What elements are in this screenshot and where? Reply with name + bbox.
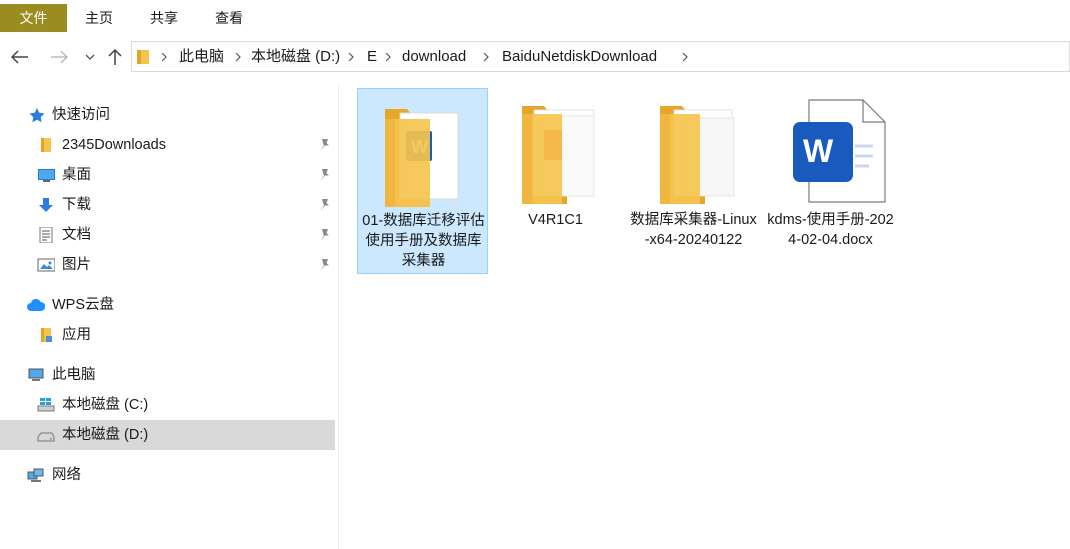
pin-icon[interactable] xyxy=(317,168,331,182)
file-name: V4R1C1 xyxy=(528,212,583,228)
pin-icon[interactable] xyxy=(317,228,331,242)
sidebar-item-label: 网络 xyxy=(52,467,81,483)
chevron-right-icon xyxy=(682,52,688,61)
file-item-kdms-docx[interactable]: W kdms-使用手册-2024-02-04.docx xyxy=(765,88,896,274)
breadcrumb-separator[interactable] xyxy=(382,42,394,71)
sidebar-item-label: 下载 xyxy=(62,197,91,213)
chevron-right-icon xyxy=(235,52,241,61)
sidebar-item-drive-d[interactable]: 本地磁盘 (D:) xyxy=(0,420,335,450)
arrow-up-icon xyxy=(108,48,122,65)
pin-icon[interactable] xyxy=(317,138,331,152)
folder-icon xyxy=(660,106,735,204)
chevron-right-icon xyxy=(348,52,354,61)
sidebar-item-downloads[interactable]: 下载 xyxy=(0,190,335,220)
arrow-left-icon xyxy=(11,50,28,64)
forward-button[interactable] xyxy=(47,44,71,70)
chevron-right-icon xyxy=(161,52,167,61)
breadcrumb-separator[interactable] xyxy=(679,42,691,71)
recent-locations-button[interactable] xyxy=(78,44,102,70)
sidebar-item-label: 文档 xyxy=(62,227,91,243)
windows-drive-icon xyxy=(37,398,55,412)
folder-icon xyxy=(137,50,149,64)
sidebar-item-pictures[interactable]: 图片 xyxy=(0,250,335,280)
tab-file[interactable]: 文件 xyxy=(0,4,67,32)
sidebar-item-documents[interactable]: 文档 xyxy=(0,220,335,250)
breadcrumb-baidunetdiskdownload[interactable]: BaiduNetdiskDownload xyxy=(502,42,657,71)
breadcrumb-separator[interactable] xyxy=(345,42,357,71)
sidebar-item-2345downloads[interactable]: 2345Downloads xyxy=(0,130,335,160)
chevron-down-icon xyxy=(85,54,95,60)
sidebar-item-label: 本地磁盘 (D:) xyxy=(62,427,149,443)
file-name: kdms-使用手册-2024-02-04.docx xyxy=(767,212,894,248)
folder-with-pdf-icon xyxy=(522,106,595,204)
file-name: 数据库采集器-Linux-x64-20240122 xyxy=(630,212,757,248)
up-button[interactable] xyxy=(103,44,127,70)
breadcrumb-download[interactable]: download xyxy=(402,42,466,71)
word-document-icon: W xyxy=(793,99,886,203)
sidebar-item-apps[interactable]: 应用 xyxy=(0,320,335,350)
back-button[interactable] xyxy=(8,44,32,70)
tab-share[interactable]: 共享 xyxy=(138,4,190,32)
sidebar-item-label: 快速访问 xyxy=(52,107,110,123)
folder-with-word-icon: W xyxy=(385,109,459,207)
address-bar[interactable]: 此电脑 本地磁盘 (D:) E download BaiduNetdiskDow… xyxy=(131,41,1070,72)
folder-icon xyxy=(41,328,52,342)
sidebar-item-quick-access[interactable]: 快速访问 xyxy=(0,100,335,130)
breadcrumb-e[interactable]: E xyxy=(367,42,377,71)
cloud-icon xyxy=(27,298,45,311)
file-item-folder-01[interactable]: W 01-数据库迁移评估使用手册及数据库采集器 xyxy=(357,88,488,274)
arrow-right-icon xyxy=(51,50,68,64)
desktop-icon xyxy=(38,169,55,182)
file-item-folder-v4r1c1[interactable]: V4R1C1 xyxy=(490,88,621,274)
breadcrumb-separator[interactable] xyxy=(158,42,170,71)
ribbon: 文件 主页 共享 查看 xyxy=(0,0,1070,36)
breadcrumb-separator[interactable] xyxy=(480,42,492,71)
network-icon xyxy=(27,468,44,482)
chevron-right-icon xyxy=(385,52,391,61)
download-arrow-icon xyxy=(39,198,53,212)
sidebar-item-label: 此电脑 xyxy=(52,367,96,383)
sidebar-item-label: 图片 xyxy=(62,257,91,273)
navigation-pane: 快速访问 2345Downloads 桌面 下载 文档 图片 WPS云盘 应用 … xyxy=(0,85,340,549)
file-name: 01-数据库迁移评估使用手册及数据库采集器 xyxy=(362,213,485,269)
picture-icon xyxy=(37,258,55,272)
pane-divider[interactable] xyxy=(338,85,339,549)
sidebar-item-label: 2345Downloads xyxy=(62,137,166,153)
sidebar-item-label: 桌面 xyxy=(62,167,91,183)
sidebar-item-drive-c[interactable]: 本地磁盘 (C:) xyxy=(0,390,335,420)
tab-home[interactable]: 主页 xyxy=(74,4,124,32)
star-icon xyxy=(29,108,45,123)
breadcrumb-drive-d[interactable]: 本地磁盘 (D:) xyxy=(251,42,340,71)
sidebar-item-wps-cloud[interactable]: WPS云盘 xyxy=(0,290,335,320)
file-item-folder-collector[interactable]: 数据库采集器-Linux-x64-20240122 xyxy=(628,88,759,274)
drive-icon xyxy=(37,432,55,442)
document-icon xyxy=(39,227,53,243)
sidebar-item-desktop[interactable]: 桌面 xyxy=(0,160,335,190)
pin-icon[interactable] xyxy=(317,198,331,212)
breadcrumb-separator[interactable] xyxy=(232,42,244,71)
sidebar-item-label: WPS云盘 xyxy=(52,297,115,313)
computer-icon xyxy=(28,368,44,381)
folder-icon xyxy=(41,138,51,152)
sidebar-item-label: 应用 xyxy=(62,327,91,343)
tab-view[interactable]: 查看 xyxy=(204,4,254,32)
chevron-right-icon xyxy=(483,52,489,61)
sidebar-item-label: 本地磁盘 (C:) xyxy=(62,397,149,413)
sidebar-item-this-pc[interactable]: 此电脑 xyxy=(0,360,335,390)
pin-icon[interactable] xyxy=(317,258,331,272)
sidebar-item-network[interactable]: 网络 xyxy=(0,460,335,490)
breadcrumb-this-pc[interactable]: 此电脑 xyxy=(179,42,224,71)
svg-text:W: W xyxy=(803,133,834,169)
